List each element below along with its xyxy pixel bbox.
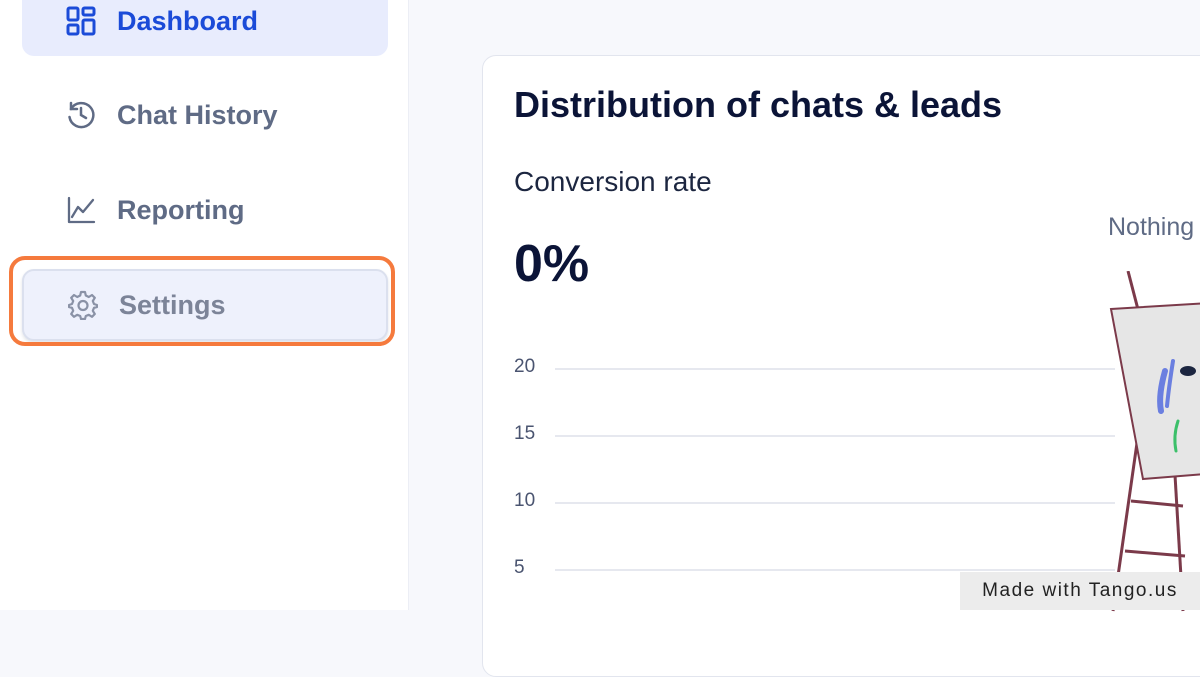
chart-gridline	[555, 368, 1115, 370]
y-tick-label: 15	[514, 423, 536, 444]
sidebar-item-reporting[interactable]: Reporting	[22, 175, 388, 245]
card-title: Distribution of chats & leads	[514, 84, 1003, 125]
sidebar-item-label: Settings	[119, 289, 226, 320]
y-tick-label: 20	[514, 356, 536, 377]
sidebar-item-chat-history[interactable]: Chat History	[22, 80, 388, 150]
sidebar-item-label: Dashboard	[117, 5, 259, 36]
gear-icon	[68, 290, 98, 320]
chart-gridline	[555, 569, 1115, 571]
chart-gridline	[555, 502, 1115, 504]
sidebar-item-settings[interactable]: Settings	[22, 269, 388, 341]
watermark: Made with Tango.us	[960, 572, 1200, 610]
sidebar: Dashboard Chat History Reporting Setting…	[0, 0, 409, 610]
conversion-rate-value: 0%	[514, 235, 590, 293]
line-chart-icon	[66, 195, 96, 225]
empty-state-text: Nothing	[1108, 213, 1195, 241]
sidebar-item-dashboard[interactable]: Dashboard	[22, 0, 388, 56]
history-clock-icon	[66, 100, 96, 130]
conversion-rate-label: Conversion rate	[514, 166, 712, 197]
sidebar-item-label: Reporting	[117, 194, 245, 225]
y-tick-label: 10	[514, 490, 536, 511]
sidebar-item-label: Chat History	[117, 99, 278, 130]
chart-gridline	[555, 435, 1115, 437]
y-tick-label: 5	[514, 557, 525, 578]
dashboard-grid-icon	[66, 6, 96, 36]
